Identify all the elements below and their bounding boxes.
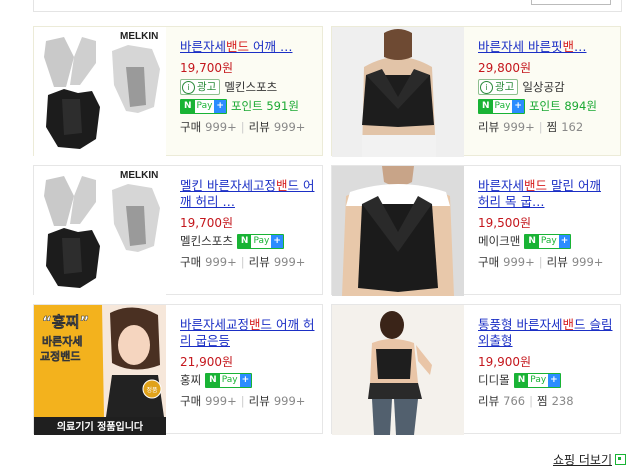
stat-value: 999+ <box>571 255 604 269</box>
stat-label: 리뷰 <box>248 255 270 269</box>
seller-name[interactable]: 멜킨스포츠 <box>224 80 277 95</box>
seller-name[interactable]: 일상공감 <box>522 80 564 95</box>
stat-value: 766 <box>503 394 526 408</box>
product-thumbnail[interactable] <box>332 27 464 157</box>
banner-footer: 의료기기 정품입니다 <box>57 420 144 433</box>
seller-name[interactable]: 홍찌 <box>180 373 201 388</box>
product-title-link[interactable]: 바른자세밴드 어깨 … <box>180 39 315 55</box>
posture-corrector-back-image <box>332 27 464 157</box>
stat-value: 999+ <box>273 394 306 408</box>
product-card[interactable]: 바른자세 바른핏밴… 29,800원 i 광고 일상공감 N Pay + 포인트 89… <box>331 26 621 157</box>
shopping-more-link[interactable]: 쇼핑 더보기 <box>553 451 626 468</box>
back-brace-image: MELKIN <box>34 27 166 157</box>
seal-text: 정품 <box>146 387 158 394</box>
product-price: 29,800원 <box>478 61 532 75</box>
stat-label: 찜 <box>537 394 548 408</box>
product-price: 19,700원 <box>180 61 234 75</box>
stat-label: 구매 <box>180 394 202 408</box>
product-card[interactable]: MELKIN 멜킨 바른자세고정밴드 어깨 허리 … 19,700원 멜킨스포츠… <box>33 165 323 296</box>
product-card[interactable]: 바른자세밴드 말린 어깨 허리 목 굽… 19,500원 메이크맨 N Pay + … <box>331 165 621 296</box>
expand-icon <box>615 454 626 465</box>
product-card[interactable]: 정품 “홍찌” 바른자세 교정밴드 의료기기 정품입니다 바른자세교정밴드 어깨… <box>33 304 323 435</box>
product-thumbnail[interactable]: MELKIN <box>34 27 166 157</box>
stat-value: 162 <box>561 120 584 134</box>
product-title-link[interactable]: 바른자세교정밴드 어깨 허리 굽은등 <box>180 317 315 349</box>
stat-value: 999+ <box>205 255 237 269</box>
stat-label: 찜 <box>546 120 558 134</box>
point-text: 포인트 894원 <box>528 99 597 113</box>
product-thumbnail[interactable]: 정품 “홍찌” 바른자세 교정밴드 의료기기 정품입니다 <box>34 305 166 435</box>
stat-label: 구매 <box>478 255 500 269</box>
npay-badge: N Pay + <box>205 373 253 388</box>
product-title-link[interactable]: 멜킨 바른자세고정밴드 어깨 허리 … <box>180 178 315 210</box>
ad-badge[interactable]: i 광고 <box>478 79 519 95</box>
stat-value: 999+ <box>273 120 306 134</box>
npay-badge: N Pay + <box>524 234 572 249</box>
seller-name[interactable]: 디디몰 <box>478 373 510 388</box>
banner-quote: “홍찌” <box>42 313 89 331</box>
stat-label: 리뷰 <box>478 394 500 408</box>
product-price: 19,900원 <box>478 355 532 369</box>
brand-logo: MELKIN <box>120 31 158 42</box>
npay-badge: N Pay + <box>236 234 284 249</box>
product-thumbnail[interactable] <box>332 305 464 435</box>
stat-label: 리뷰 <box>546 255 568 269</box>
brand-logo: MELKIN <box>120 170 158 181</box>
info-icon: i <box>480 80 493 94</box>
strip-button[interactable] <box>531 0 611 5</box>
stat-value: 999+ <box>273 255 306 269</box>
back-brace-image: MELKIN <box>34 166 166 296</box>
banner-line1: 바른자세 <box>42 334 82 348</box>
stat-value: 999+ <box>503 120 535 134</box>
product-thumbnail[interactable] <box>332 166 464 296</box>
stat-label: 리뷰 <box>248 120 270 134</box>
woman-wearing-brace-image <box>332 305 464 435</box>
product-card[interactable]: MELKIN 바른자세밴드 어깨 … 19,700원 i 광고 멜킨스포츠 N Pa… <box>33 26 323 157</box>
product-title-link[interactable]: 바른자세밴드 말린 어깨 허리 목 굽… <box>478 178 613 210</box>
point-text: 포인트 591원 <box>230 99 299 113</box>
stat-value: 999+ <box>205 120 237 134</box>
npay-badge: N Pay + <box>513 373 561 388</box>
seller-name[interactable]: 멜킨스포츠 <box>180 234 233 249</box>
ad-badge[interactable]: i 광고 <box>180 79 221 95</box>
product-title-link[interactable]: 통풍형 바른자세밴드 슬림 외출형 <box>478 317 613 349</box>
product-price: 19,500원 <box>478 216 532 230</box>
stat-label: 구매 <box>180 120 202 134</box>
hongjji-banner-image: 정품 “홍찌” 바른자세 교정밴드 의료기기 정품입니다 <box>34 305 166 435</box>
info-icon: i <box>182 80 195 94</box>
stat-label: 리뷰 <box>248 394 270 408</box>
stat-label: 리뷰 <box>478 120 500 134</box>
stat-value: 238 <box>551 394 574 408</box>
product-title-link[interactable]: 바른자세 바른핏밴… <box>478 39 613 55</box>
product-card[interactable]: 통풍형 바른자세밴드 슬림 외출형 19,900원 디디몰 N Pay + 리뷰 76… <box>331 304 621 435</box>
npay-badge: N Pay + <box>478 99 525 114</box>
stat-value: 999+ <box>205 394 237 408</box>
npay-badge: N Pay + <box>180 99 227 114</box>
seller-name[interactable]: 메이크맨 <box>478 234 520 249</box>
previous-section-strip <box>33 0 622 12</box>
stat-label: 구매 <box>180 255 202 269</box>
stat-value: 999+ <box>503 255 535 269</box>
product-price: 19,700원 <box>180 216 234 230</box>
banner-line2: 교정밴드 <box>40 349 80 363</box>
product-price: 21,900원 <box>180 355 234 369</box>
product-thumbnail[interactable]: MELKIN <box>34 166 166 296</box>
posture-brace-back-image <box>332 166 464 296</box>
